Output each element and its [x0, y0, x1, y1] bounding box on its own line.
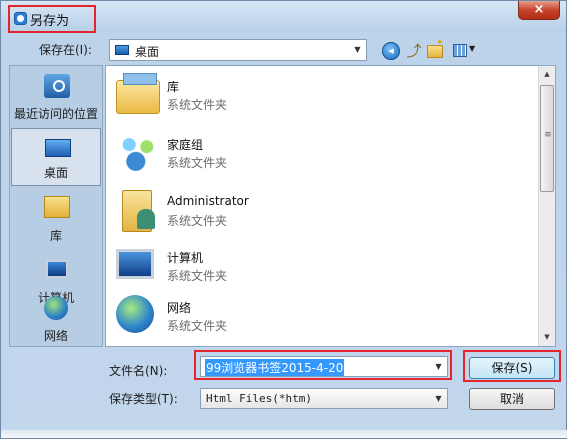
filetype-dropdown[interactable]: Html Files(*htm) ▼ [200, 388, 448, 409]
filename-label: 文件名(N): [109, 364, 168, 378]
item-name: Administrator [167, 194, 249, 208]
recent-places-icon [44, 74, 70, 98]
new-folder-icon[interactable] [427, 38, 444, 58]
chevron-down-icon[interactable]: ▼ [430, 357, 447, 376]
scroll-down-icon[interactable]: ▼ [539, 329, 555, 346]
item-type: 系统文件夹 [167, 319, 228, 333]
location-value: 桌面 [135, 45, 160, 59]
back-arrow-icon[interactable]: ◂ [382, 42, 400, 60]
place-recent[interactable]: 最近访问的位置 [11, 68, 101, 126]
scroll-up-icon[interactable]: ▲ [539, 66, 555, 83]
places-bar: 最近访问的位置 桌面 库 计算机 网络 [9, 65, 103, 347]
place-label: 最近访问的位置 [13, 107, 98, 121]
network-icon [44, 296, 68, 320]
item-type: 系统文件夹 [167, 269, 228, 283]
bottom-edge [1, 430, 567, 438]
list-item[interactable]: Administrator 系统文件夹 [112, 184, 532, 241]
file-list[interactable]: 库 系统文件夹 家庭组 系统文件夹 Administrator 系统文件夹 计算… [105, 65, 556, 347]
up-folder-icon[interactable]: ⤴ [405, 42, 423, 60]
item-name: 库 [167, 80, 180, 94]
library-folder-icon [116, 73, 160, 114]
user-folder-icon [122, 190, 155, 232]
vertical-scrollbar[interactable]: ▲ ▼ [538, 66, 555, 346]
cancel-button[interactable]: 取消 [469, 388, 555, 410]
libraries-icon [44, 196, 70, 218]
item-name: 计算机 [167, 251, 204, 265]
item-type: 系统文件夹 [167, 214, 228, 228]
filetype-label: 保存类型(T): [109, 392, 178, 406]
list-item[interactable]: 网络 系统文件夹 [112, 289, 532, 346]
chevron-down-icon[interactable]: ▼ [349, 40, 366, 60]
close-button[interactable]: × [518, 1, 560, 20]
place-label: 桌面 [43, 166, 68, 180]
item-name: 家庭组 [167, 138, 204, 152]
place-label: 库 [49, 229, 62, 243]
item-name: 网络 [167, 301, 192, 315]
item-type: 系统文件夹 [167, 98, 228, 112]
list-item[interactable]: 家庭组 系统文件夹 [112, 126, 532, 183]
filename-input[interactable]: 99浏览器书签2015-4-20 ▼ [200, 356, 448, 377]
list-item[interactable]: 计算机 系统文件夹 [112, 239, 532, 296]
homegroup-icon [116, 132, 160, 174]
title-highlight: 另存为 [8, 5, 96, 33]
computer-icon [116, 249, 154, 279]
place-desktop[interactable]: 桌面 [11, 128, 101, 186]
view-grid-icon [453, 44, 467, 57]
item-type: 系统文件夹 [167, 156, 228, 170]
location-dropdown[interactable]: 桌面 ▼ [109, 39, 367, 61]
filetype-value: Html Files(*htm) [206, 392, 312, 405]
chevron-down-icon[interactable]: ▼ [430, 389, 447, 408]
save-button[interactable]: 保存(S) [469, 357, 555, 379]
desktop-icon [115, 45, 129, 55]
view-menu-icon[interactable]: ▼ [453, 42, 479, 60]
place-libraries[interactable]: 库 [11, 190, 101, 248]
network-icon [116, 295, 154, 333]
filename-value: 99浏览器书签2015-4-20 [205, 359, 345, 376]
window-title: 另存为 [30, 14, 70, 29]
chevron-down-icon: ▼ [469, 44, 476, 53]
save-as-dialog: 另存为 × 保存在(I): 桌面 ▼ ◂ ⤴ ▼ 最近访问的位置 桌面 库 计算… [0, 0, 567, 439]
save-in-label: 保存在(I): [39, 43, 92, 57]
place-label: 网络 [43, 329, 68, 343]
app-icon [14, 12, 27, 25]
place-network[interactable]: 网络 [11, 290, 101, 348]
computer-icon [46, 260, 68, 278]
desktop-icon [45, 139, 71, 157]
title-bar[interactable]: 另存为 × [1, 1, 566, 33]
list-item[interactable]: 库 系统文件夹 [112, 68, 532, 125]
scroll-thumb[interactable] [540, 85, 554, 192]
